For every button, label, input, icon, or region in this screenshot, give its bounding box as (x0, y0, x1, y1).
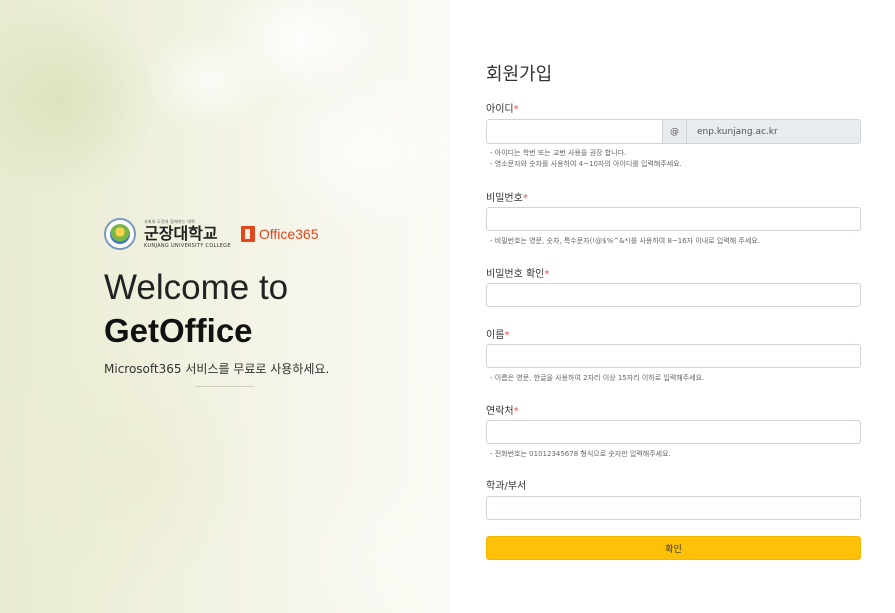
name-input[interactable] (486, 344, 861, 368)
password-input[interactable] (486, 207, 861, 231)
hero-divider (196, 386, 254, 387)
university-name-ko: 군장대학교 (144, 223, 218, 243)
brand-logos: 사회와 도전과 함께하는 대학 군장대학교 KUNJANG UNIVERSITY… (104, 216, 319, 252)
id-hint-2: - 영소문자와 숫자를 사용하여 4~10자의 아이디를 입력해주세요. (490, 160, 682, 168)
office-icon (240, 226, 255, 242)
at-sign: @ (662, 120, 687, 143)
email-domain: enp.kunjang.ac.kr (687, 120, 860, 143)
password-label: 비밀번호* (486, 189, 528, 204)
university-logotype: 사회와 도전과 함께하는 대학 군장대학교 KUNJANG UNIVERSITY… (144, 218, 231, 249)
office365-label: Office365 (258, 226, 319, 242)
name-label-text: 이름 (486, 330, 505, 341)
submit-button[interactable]: 확인 (486, 536, 861, 560)
id-label-text: 아이디 (486, 104, 514, 115)
phone-input[interactable] (486, 420, 861, 444)
password-label-text: 비밀번호 (486, 193, 523, 204)
password-confirm-input[interactable] (486, 283, 861, 307)
hero-panel: 사회와 도전과 함께하는 대학 군장대학교 KUNJANG UNIVERSITY… (0, 0, 449, 613)
password-hint: - 비밀번호는 영문, 숫자, 특수문자(!@$%^&*)를 사용하여 8~16… (490, 237, 760, 245)
seal-emblem (110, 224, 130, 244)
phone-hint: - 전화번호는 01012345678 형식으로 숫자만 입력해주세요. (490, 450, 671, 458)
department-label: 학과/부서 (486, 481, 527, 492)
required-mark: * (522, 193, 528, 204)
id-hint-1: - 아이디는 학번 또는 교번 사용을 권장 합니다. (490, 149, 627, 157)
university-slogan: 사회와 도전과 함께하는 대학 (144, 218, 195, 224)
university-name-en: KUNJANG UNIVERSITY COLLEGE (144, 242, 231, 249)
id-label: 아이디* (486, 100, 519, 115)
phone-label: 연락처* (486, 402, 519, 417)
id-input[interactable] (487, 120, 662, 143)
required-mark: * (513, 104, 519, 115)
office365-logo: Office365 (240, 226, 319, 242)
password-confirm-label-text: 비밀번호 확인 (486, 269, 545, 280)
name-label: 이름* (486, 326, 509, 341)
password-confirm-label: 비밀번호 확인* (486, 265, 549, 280)
department-input[interactable] (486, 496, 861, 520)
required-mark: * (504, 330, 510, 341)
required-mark: * (513, 406, 519, 417)
university-seal-icon (104, 218, 136, 250)
name-hint: - 이름은 영문, 한글을 사용하여 2자리 이상 15자리 이하로 입력해주세… (490, 374, 705, 382)
id-input-group: @ enp.kunjang.ac.kr (486, 119, 861, 144)
form-title: 회원가입 (486, 64, 553, 85)
tagline: Microsoft365 서비스를 무료로 사용하세요. (104, 362, 330, 376)
product-heading: GetOffice (104, 312, 253, 349)
phone-label-text: 연락처 (486, 406, 514, 417)
welcome-heading: Welcome to (104, 268, 289, 307)
signup-form-panel: 회원가입 아이디* @ enp.kunjang.ac.kr - 아이디는 학번 … (449, 0, 895, 613)
required-mark: * (544, 269, 550, 280)
